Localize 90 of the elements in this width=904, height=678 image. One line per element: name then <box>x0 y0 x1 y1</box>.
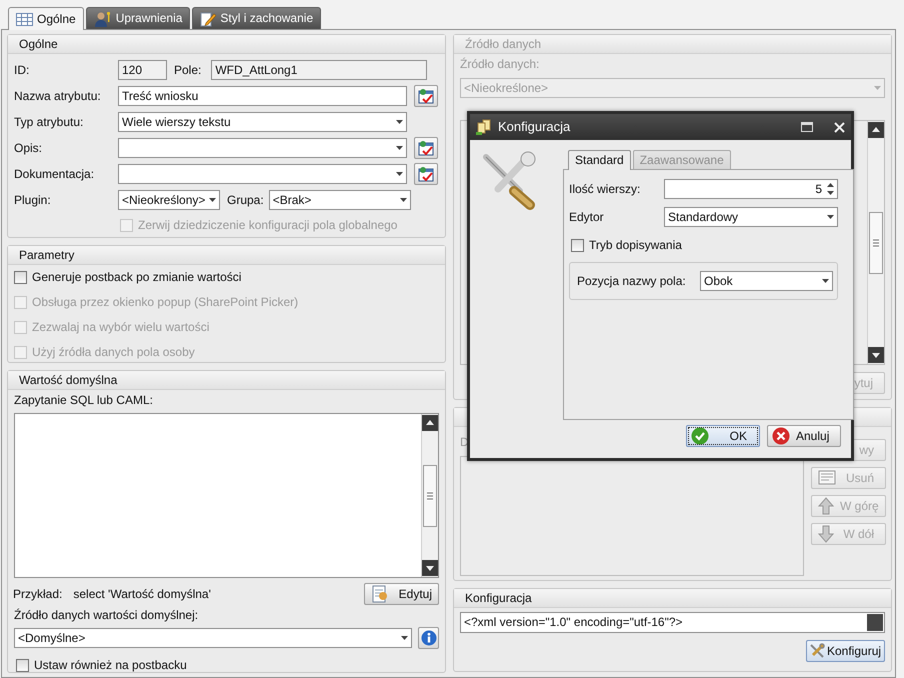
caret-icon <box>396 120 403 124</box>
field-label: ID: <box>14 62 30 78</box>
checkbox[interactable] <box>16 658 29 672</box>
down-arrow-icon <box>818 525 834 543</box>
info-button[interactable] <box>418 627 439 649</box>
checkbox-label: Użyj źródła danych pola osoby <box>32 344 195 360</box>
field-label: Dokumentacja: <box>14 166 96 182</box>
dialog-button[interactable]: OK <box>686 425 760 447</box>
edit-button[interactable] <box>414 137 438 159</box>
check-icon <box>691 427 709 445</box>
tab[interactable]: Uprawnienia <box>86 7 190 29</box>
field-label: Opis: <box>14 140 44 156</box>
caret-icon <box>401 636 408 640</box>
dropdown[interactable]: <Nieokreślony> <box>118 190 220 210</box>
window-title: Konfiguracja <box>498 119 570 135</box>
close-icon[interactable] <box>834 122 845 132</box>
field-label: Nazwa atrybutu: <box>14 88 102 104</box>
edit-button[interactable] <box>414 85 438 107</box>
number-field[interactable]: 5 <box>664 179 838 199</box>
documents-icon <box>475 119 492 135</box>
field-label: Pole: <box>174 62 202 78</box>
group-title: Wartość domyślna <box>19 373 118 387</box>
tab[interactable]: Standard <box>568 150 631 170</box>
field-label: Grupa: <box>227 192 264 208</box>
example-text: select 'Wartość domyślna' <box>73 586 211 602</box>
field-label: Typ atrybutu: <box>14 114 84 130</box>
scroll-down-icon <box>422 560 438 576</box>
caret-icon <box>827 215 834 219</box>
scroll-up-icon <box>422 415 438 431</box>
document-icon <box>371 585 389 603</box>
maximize-icon[interactable] <box>801 122 813 132</box>
dropdown[interactable]: <Brak> <box>268 190 411 210</box>
caret-icon <box>822 279 829 283</box>
cancel-icon <box>772 427 790 445</box>
field-label: Zapytanie SQL lub CAML: <box>14 392 154 409</box>
checkbox-label: Ustaw również na postbacku <box>34 658 187 672</box>
checkbox[interactable] <box>14 270 27 284</box>
xml-field[interactable]: <?xml version="1.0" encoding="utf-16"?> <box>460 612 885 633</box>
scroll-thumb-icon <box>423 464 437 526</box>
checkbox-label: Generuje postback po zmianie wartości <box>32 270 242 284</box>
dropdown[interactable]: Wiele wierszy tekstu <box>118 112 407 132</box>
dropdown[interactable]: Standardowy <box>664 207 838 227</box>
field-label: Plugin: <box>14 192 52 208</box>
edit-button[interactable]: Edytuj <box>364 583 439 605</box>
window-check-icon <box>418 140 434 156</box>
group-title: Źródło danych <box>465 37 542 51</box>
info-icon <box>420 630 436 646</box>
group-title: Ogólne <box>19 37 58 51</box>
caret-icon <box>396 146 403 150</box>
grid-icon <box>16 12 33 26</box>
caret-icon <box>209 198 216 202</box>
tab: Zaawansowane <box>632 150 731 169</box>
field-label: Źródło danych wartości domyślnej: <box>14 608 200 624</box>
person-key-icon <box>94 10 112 26</box>
id-field: 120 <box>118 60 167 80</box>
dialog-button[interactable]: Anuluj <box>767 425 841 447</box>
checkbox-label: Tryb dopisywania <box>589 238 682 252</box>
group-title: Konfiguracja <box>465 591 532 605</box>
field-name-field: WFD_AttLong1 <box>211 60 428 80</box>
checkbox-label: Zezwalaj na wybór wielu wartości <box>32 320 210 334</box>
dropdown[interactable] <box>118 164 407 184</box>
dropdown[interactable] <box>118 138 407 158</box>
caret-icon <box>400 198 407 202</box>
tools-icon <box>480 151 536 211</box>
field-label: Przykład: <box>13 586 62 602</box>
field-label: Źródło danych: <box>460 57 540 73</box>
field-label: Pozycja nazwy pola: <box>577 274 687 288</box>
text-field[interactable]: Treść wniosku <box>118 86 407 106</box>
window-check-icon <box>418 88 434 104</box>
group-title: Parametry <box>19 248 74 262</box>
scrollbar[interactable] <box>421 414 438 577</box>
field-label: Ilość wierszy: <box>569 182 642 196</box>
dropdown[interactable]: Obok <box>700 271 833 291</box>
spin-icon[interactable] <box>827 183 834 195</box>
dropdown[interactable]: <Domyślne> <box>14 628 412 648</box>
checkbox[interactable] <box>571 238 584 252</box>
field-label: Edytor <box>569 210 605 224</box>
edit-button[interactable] <box>414 163 438 185</box>
configure-button[interactable]: Konfiguruj <box>806 640 885 662</box>
window-check-icon <box>418 166 434 182</box>
caret-icon <box>396 172 403 176</box>
tab[interactable]: Ogólne <box>8 7 84 30</box>
up-arrow-icon <box>818 497 834 515</box>
pencil-page-icon <box>200 10 216 26</box>
list-icon <box>818 470 836 486</box>
checkbox-label: Zerwij dziedziczenie konfiguracji pola globalnego <box>138 218 398 232</box>
caret-icon <box>874 86 881 90</box>
checkbox-label: Obsługa przez okienko popup (SharePoint Picker) <box>32 294 298 310</box>
tab[interactable]: Styl i zachowanie <box>192 7 322 29</box>
tools-icon <box>809 643 825 659</box>
